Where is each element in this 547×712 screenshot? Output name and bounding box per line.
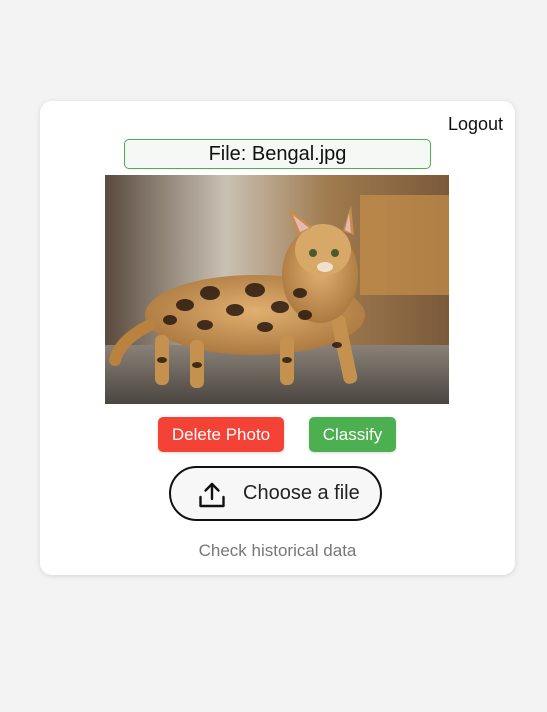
logout-link[interactable]: Logout: [448, 113, 503, 135]
uploaded-photo: [105, 175, 449, 404]
classify-button[interactable]: Classify: [309, 417, 396, 452]
choose-file-button[interactable]: Choose a file: [169, 466, 382, 521]
upload-icon: [199, 482, 225, 508]
choose-file-label: Choose a file: [243, 482, 360, 504]
file-name-field: File: Bengal.jpg: [124, 139, 431, 169]
delete-photo-button[interactable]: Delete Photo: [158, 417, 284, 452]
classifier-card: Logout File: Bengal.jpg Delete Photo Cla…: [40, 101, 515, 575]
historical-data-link[interactable]: Check historical data: [40, 541, 515, 561]
